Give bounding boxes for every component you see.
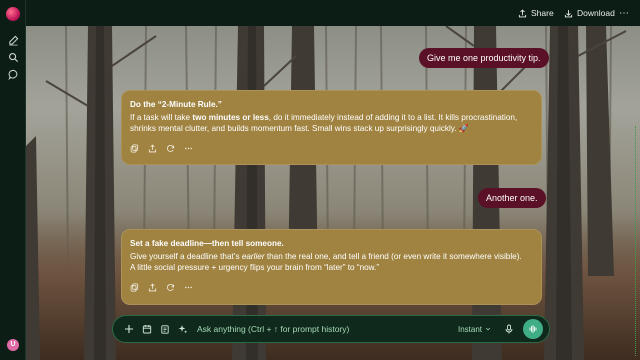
model-label: Instant xyxy=(457,324,482,334)
rocket-emoji-icon: 🚀 xyxy=(458,124,469,133)
assistant-message-bubble: Set a fake deadline—then tell someone. G… xyxy=(121,229,542,305)
prompt-input[interactable] xyxy=(197,324,458,334)
assistant-message-bubble: Do the “2-Minute Rule.” If a task will t… xyxy=(121,90,542,165)
share-message-icon[interactable] xyxy=(148,144,157,153)
regenerate-icon[interactable] xyxy=(166,144,175,153)
user-message-bubble: Give me one productivity tip. xyxy=(419,48,549,68)
message-actions xyxy=(130,143,533,153)
scrollbar[interactable] xyxy=(635,126,638,356)
download-button[interactable]: Download xyxy=(564,6,615,20)
chevron-down-icon xyxy=(485,327,491,331)
message-emphasis: two minutes or less xyxy=(192,112,269,122)
message-text: shrinks mental clutter, and builds momen… xyxy=(130,124,457,133)
message-body: If a task will take two minutes or less,… xyxy=(130,112,533,124)
message-body: Give yourself a deadline that’s earlier … xyxy=(130,251,533,263)
user-message-bubble: Another one. xyxy=(478,188,546,208)
add-attachment-icon[interactable] xyxy=(123,323,135,335)
more-options-button[interactable]: ⋯ xyxy=(619,6,629,20)
message-emphasis: earlier xyxy=(241,251,265,261)
message-body-line2: shrinks mental clutter, and builds momen… xyxy=(130,123,533,135)
model-selector[interactable]: Instant xyxy=(458,325,491,334)
share-icon xyxy=(518,8,527,17)
new-chat-icon[interactable] xyxy=(7,34,19,46)
message-text: If a task will take xyxy=(130,112,193,122)
voice-mode-button[interactable] xyxy=(523,319,543,339)
message-actions xyxy=(130,282,533,292)
share-label: Share xyxy=(531,8,554,18)
copy-icon[interactable] xyxy=(130,282,139,292)
more-icon[interactable] xyxy=(184,144,193,153)
share-button[interactable]: Share xyxy=(518,6,554,20)
chat-area xyxy=(26,26,640,360)
forest-background-image xyxy=(26,26,640,360)
left-sidebar: U xyxy=(0,0,26,360)
message-text: , do it immediately instead of adding it… xyxy=(268,112,518,122)
microphone-icon[interactable] xyxy=(503,323,515,335)
waveform-icon xyxy=(529,325,537,333)
chat-bubble-icon[interactable] xyxy=(7,68,19,80)
message-text: than the real one, and tell a friend (or… xyxy=(264,251,522,261)
more-icon[interactable] xyxy=(184,283,193,292)
copy-icon[interactable] xyxy=(130,143,139,153)
avatar[interactable]: U xyxy=(7,339,19,351)
clipboard-icon[interactable] xyxy=(159,323,171,335)
download-icon xyxy=(564,9,573,17)
calendar-icon[interactable] xyxy=(141,323,153,335)
download-label: Download xyxy=(577,8,615,18)
share-message-icon[interactable] xyxy=(148,283,157,292)
composer: Instant xyxy=(112,315,550,343)
search-icon[interactable] xyxy=(7,51,19,63)
message-title: Set a fake deadline—then tell someone. xyxy=(130,239,284,248)
top-bar: Share Download ⋯ xyxy=(26,0,640,26)
message-text: Give yourself a deadline that’s xyxy=(130,251,242,261)
message-body-line2: A little social pressure + urgency flips… xyxy=(130,263,380,272)
regenerate-icon[interactable] xyxy=(166,283,175,292)
message-title: Do the “2-Minute Rule.” xyxy=(130,100,222,109)
sparkle-icon[interactable] xyxy=(177,323,189,335)
app-logo[interactable] xyxy=(6,7,20,21)
